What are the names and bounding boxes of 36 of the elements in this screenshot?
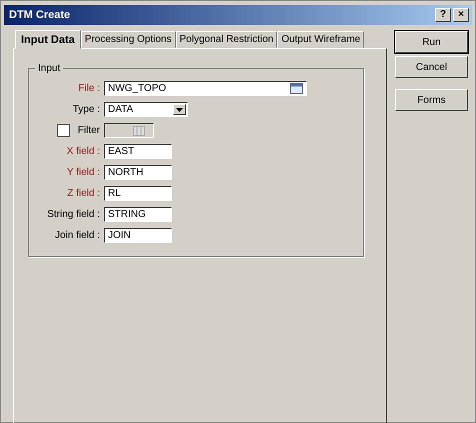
tab[interactable]: Output Wireframe	[277, 31, 364, 48]
field-value: EAST	[108, 146, 134, 157]
type-dropdown[interactable]: DATA	[104, 102, 188, 117]
input-field[interactable]: RL	[104, 186, 172, 201]
input-field[interactable]: EAST	[104, 144, 172, 159]
tab[interactable]: Polygonal Restriction	[176, 31, 278, 48]
field-value: DATA	[108, 104, 134, 115]
input-field[interactable]: NORTH	[104, 165, 172, 180]
field-label: Z field :	[67, 188, 100, 199]
help-button[interactable]: ?	[435, 8, 451, 22]
dialog-button[interactable]: Forms	[395, 89, 468, 111]
tab[interactable]: Input Data	[15, 30, 81, 49]
field-value: NWG_TOPO	[108, 83, 166, 94]
field-label: Y field :	[66, 167, 100, 178]
browse-icon[interactable]	[290, 83, 303, 94]
field-value: NORTH	[108, 167, 144, 178]
field-label: Filter	[78, 125, 100, 136]
field-label: String field :	[47, 209, 100, 220]
dialog-button[interactable]: Cancel	[395, 56, 468, 78]
field-value: RL	[108, 188, 121, 199]
file-field[interactable]: NWG_TOPO	[104, 81, 307, 96]
input-field[interactable]: JOIN	[104, 228, 172, 243]
tab[interactable]: Processing Options	[80, 31, 176, 48]
field-label: Type :	[72, 104, 100, 115]
dialog-button[interactable]: Run	[395, 31, 468, 53]
close-button[interactable]: ×	[453, 8, 469, 22]
field-label: File :	[78, 83, 100, 94]
group-title: Input	[37, 63, 62, 74]
filter-checkbox[interactable]	[56, 124, 70, 137]
field-label: X field :	[66, 146, 100, 157]
input-field[interactable]: STRING	[104, 207, 172, 222]
window-title: DTM Create	[9, 9, 70, 21]
field-value: JOIN	[108, 230, 131, 241]
field-label: Join field :	[54, 230, 100, 241]
field-value: STRING	[108, 209, 146, 220]
grid-icon	[133, 126, 145, 136]
